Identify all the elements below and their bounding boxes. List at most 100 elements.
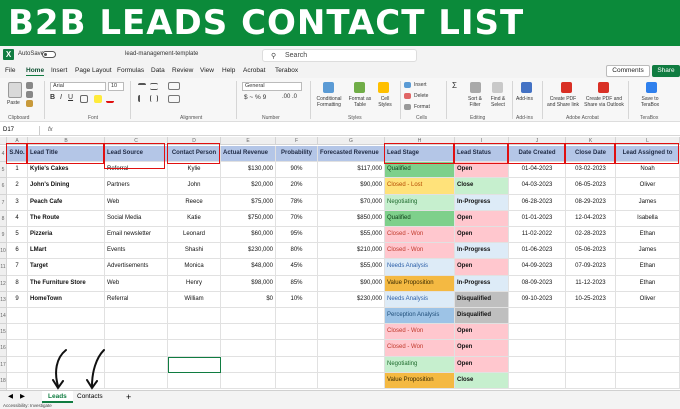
cell-created[interactable]: 01-06-2023 [509,243,566,260]
cell-prob[interactable]: 20% [276,178,318,195]
fill-color-icon[interactable] [94,95,102,103]
column-header-a[interactable]: A [7,137,28,145]
cell-created[interactable] [509,356,566,373]
menu-data[interactable]: Data [151,67,165,74]
cell-contact[interactable]: Shashi [168,243,221,260]
header-cell-assigned[interactable]: Lead Assigned to [616,146,680,163]
cell-source[interactable] [105,356,168,373]
cell-status[interactable]: In-Progress [455,194,509,211]
cell-assigned[interactable] [616,308,680,325]
column-header-f[interactable]: F [276,137,318,145]
cell-stage[interactable]: Qualified [385,210,455,227]
cell-close[interactable] [566,356,616,373]
header-cell-contact[interactable]: Contact Person [168,146,221,163]
cell-close[interactable]: 10-25-2023 [566,291,616,308]
cell-assigned[interactable]: James [616,194,680,211]
cell-source[interactable]: Partners [105,178,168,195]
cell-title[interactable]: The Route [28,210,105,227]
cell-close[interactable]: 07-09-2023 [566,259,616,276]
copy-icon[interactable] [26,91,33,98]
bold-button[interactable]: B [50,94,55,101]
cell-created[interactable]: 04-03-2023 [509,178,566,195]
merge-center-icon[interactable] [168,95,180,103]
header-cell-close[interactable]: Close Date [566,146,616,163]
cell-source[interactable]: Events [105,243,168,260]
format-cells-button[interactable]: Format [414,104,430,110]
row-header-7[interactable]: 7 [0,194,7,211]
cell-stage[interactable]: Closed - Won [385,340,455,357]
cell-actual[interactable]: $20,000 [221,178,276,195]
cell-contact[interactable]: Katie [168,210,221,227]
cell-forecast[interactable]: $117,000 [318,162,385,179]
cell-prob[interactable] [276,324,318,341]
cell-sno[interactable]: 7 [7,259,28,276]
sheet-tab-leads[interactable]: Leads [42,391,73,403]
cell-title[interactable]: The Furniture Store [28,275,105,292]
cell-close[interactable] [566,372,616,389]
cell-status[interactable]: Close [455,372,509,389]
cell-sno[interactable]: 6 [7,243,28,260]
select-all-corner[interactable] [0,137,7,145]
cell-title[interactable]: HomeTown [28,291,105,308]
cell-actual[interactable]: $0 [221,291,276,308]
row-header-4[interactable]: 4 [0,146,7,163]
cell-prob[interactable]: 70% [276,210,318,227]
cell-prob[interactable]: 10% [276,291,318,308]
sheet-nav-right-icon[interactable]: ▶ [14,391,31,403]
row-header-11[interactable]: 11 [0,259,7,276]
cell-status[interactable]: Open [455,324,509,341]
cell-stage[interactable]: Negotiating [385,356,455,373]
row-header-12[interactable]: 12 [0,275,7,292]
cut-icon[interactable] [26,82,33,89]
cell-created[interactable]: 04-09-2023 [509,259,566,276]
cell-source[interactable]: Referral [105,162,168,179]
column-header-j[interactable]: J [509,137,566,145]
font-name-select[interactable]: Arial [50,82,106,91]
column-header-l[interactable]: L [616,137,680,145]
column-header-b[interactable]: B [28,137,105,145]
cell-status[interactable]: Open [455,259,509,276]
menu-home[interactable]: Home [26,67,45,76]
align-top-icon[interactable] [138,83,146,90]
row-header-6[interactable]: 6 [0,178,7,195]
row-header-14[interactable]: 14 [0,308,7,325]
cell-sno[interactable] [7,308,28,325]
cell-created[interactable] [509,340,566,357]
cell-created[interactable]: 08-09-2023 [509,275,566,292]
cell-stage[interactable]: Negotiating [385,194,455,211]
cell-actual[interactable]: $48,000 [221,259,276,276]
align-left-icon[interactable] [138,95,146,102]
cell-assigned[interactable]: Noah [616,162,680,179]
cell-actual[interactable]: $750,000 [221,210,276,227]
align-middle-icon[interactable] [150,83,158,90]
font-size-select[interactable]: 10 [108,82,124,91]
font-color-icon[interactable] [106,95,114,103]
cell-prob[interactable]: 80% [276,243,318,260]
row-header-10[interactable]: 10 [0,243,7,260]
cell-close[interactable] [566,340,616,357]
cell-created[interactable]: 09-10-2023 [509,291,566,308]
cell-prob[interactable] [276,308,318,325]
cell-sno[interactable]: 3 [7,194,28,211]
menu-view[interactable]: View [200,67,214,74]
cell-assigned[interactable] [616,356,680,373]
cell-status[interactable]: Open [455,356,509,373]
menu-review[interactable]: Review [172,67,193,74]
cell-actual[interactable] [221,356,276,373]
column-header-i[interactable]: I [455,137,509,145]
row-header-5[interactable]: 5 [0,162,7,179]
cell-title[interactable]: LMart [28,243,105,260]
menu-insert[interactable]: Insert [51,67,67,74]
cell-title[interactable]: Kylie's Cakes [28,162,105,179]
cell-actual[interactable]: $60,000 [221,227,276,244]
currency-button[interactable]: $ ~ % 9 [244,94,266,101]
cell-actual[interactable]: $130,000 [221,162,276,179]
row-header-15[interactable]: 15 [0,324,7,341]
header-cell-forecast[interactable]: Forecasted Revenue [318,146,385,163]
menu-acrobat[interactable]: Acrobat [243,67,265,74]
row-header-17[interactable]: 17 [0,356,7,373]
cell-close[interactable] [566,324,616,341]
cell-source[interactable] [105,324,168,341]
comments-button[interactable]: Comments [606,65,650,77]
decimal-buttons[interactable]: .00 .0 [282,94,297,100]
